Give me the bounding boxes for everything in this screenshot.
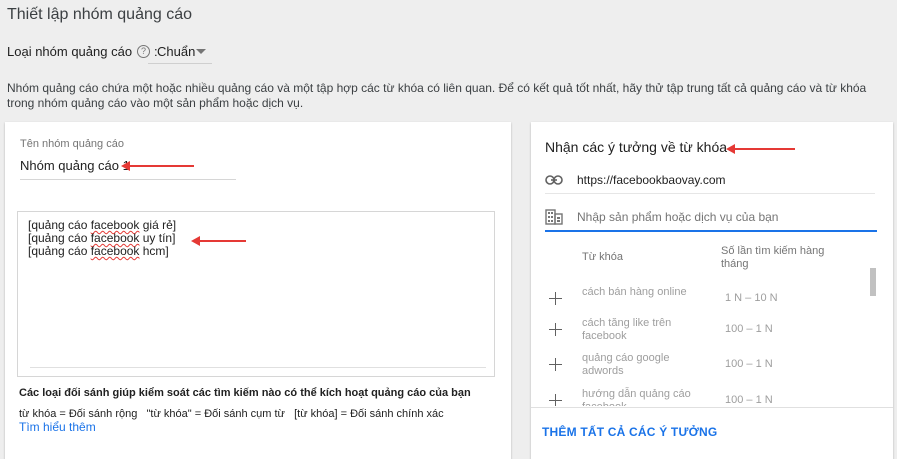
annotation-arrow bbox=[191, 236, 246, 246]
chevron-down-icon bbox=[196, 49, 206, 54]
keyword-idea-volume: 100 – 1 N bbox=[725, 394, 773, 406]
keyword-idea-text: cách tăng like trên facebook bbox=[582, 317, 672, 342]
textarea-underline bbox=[30, 367, 486, 368]
column-header-monthly-searches: Số lần tìm kiếm hàng tháng bbox=[721, 245, 825, 270]
list-item: quảng cáo google adwords 100 – 1 N bbox=[545, 352, 875, 386]
match-types-title: Các loại đối sánh giúp kiểm soát các tìm… bbox=[19, 387, 471, 399]
keyword-idea-volume: 100 – 1 N bbox=[725, 323, 773, 335]
column-header-keyword: Từ khóa bbox=[582, 251, 623, 263]
keyword-text: facebook bbox=[90, 244, 140, 258]
ad-group-card: Tên nhóm quảng cáo Nhóm quảng cáo 1 [quả… bbox=[5, 122, 511, 459]
product-service-input[interactable]: Nhập sản phẩm hoặc dịch vụ của bạn bbox=[545, 204, 877, 232]
url-value: https://facebookbaovay.com bbox=[577, 172, 726, 187]
add-all-ideas-button[interactable]: THÊM TẤT CẢ CÁC Ý TƯỞNG bbox=[542, 425, 717, 439]
plus-icon[interactable] bbox=[549, 394, 562, 406]
match-types-text: từ khóa = Đối sánh rộng "từ khóa" = Đối … bbox=[19, 408, 444, 420]
keyword-idea-text: cách bán hàng online bbox=[582, 286, 687, 298]
ad-group-type-label: Loại nhóm quảng cáo bbox=[7, 44, 133, 59]
keyword-text: facebook bbox=[90, 218, 140, 232]
url-field[interactable]: https://facebookbaovay.com bbox=[545, 166, 875, 194]
annotation-arrow bbox=[121, 161, 194, 171]
link-icon bbox=[545, 174, 563, 185]
page-title: Thiết lập nhóm quảng cáo bbox=[7, 6, 193, 23]
ad-group-type-select[interactable]: Chuẩn bbox=[148, 38, 212, 64]
ad-group-name-label: Tên nhóm quảng cáo bbox=[20, 138, 124, 150]
learn-more-link[interactable]: Tìm hiểu thêm bbox=[19, 420, 96, 434]
ad-group-type-value: Chuẩn bbox=[157, 44, 196, 59]
list-item: cách tăng like trên facebook 100 – 1 N bbox=[545, 317, 875, 351]
keyword-idea-volume: 1 N – 10 N bbox=[725, 292, 778, 304]
keyword-ideas-card: Nhận các ý tưởng về từ khóa https://face… bbox=[531, 122, 893, 459]
product-service-placeholder: Nhập sản phẩm hoặc dịch vụ của bạn bbox=[577, 210, 779, 224]
list-item: cách bán hàng online 1 N – 10 N bbox=[545, 286, 875, 320]
list-item: hướng dẫn quảng cáo facebook 100 – 1 N bbox=[545, 388, 875, 406]
keyword-ideas-title: Nhận các ý tưởng về từ khóa bbox=[545, 139, 728, 155]
annotation-arrow bbox=[726, 144, 795, 154]
plus-icon[interactable] bbox=[549, 323, 562, 336]
page-description: Nhóm quảng cáo chứa một hoặc nhiều quảng… bbox=[7, 81, 867, 110]
keywords-textarea[interactable]: [quảng cáo facebook giá rẻ] [quảng cáo f… bbox=[17, 211, 495, 377]
keyword-idea-volume: 100 – 1 N bbox=[725, 358, 773, 370]
keyword-idea-text: hướng dẫn quảng cáo facebook bbox=[582, 388, 691, 406]
keyword-idea-text: quảng cáo google adwords bbox=[582, 352, 670, 377]
keyword-text: facebook bbox=[90, 231, 140, 245]
keyword-line: [quảng cáo facebook hcm] bbox=[28, 244, 169, 258]
building-icon bbox=[545, 209, 563, 225]
scrollbar-thumb[interactable] bbox=[870, 268, 876, 296]
ad-group-type-row: Loại nhóm quảng cáo ? : bbox=[7, 44, 158, 59]
plus-icon[interactable] bbox=[549, 358, 562, 371]
plus-icon[interactable] bbox=[549, 292, 562, 305]
keyword-ideas-list[interactable]: cách bán hàng online 1 N – 10 N cách tăn… bbox=[531, 276, 893, 406]
footer-divider bbox=[531, 407, 893, 408]
